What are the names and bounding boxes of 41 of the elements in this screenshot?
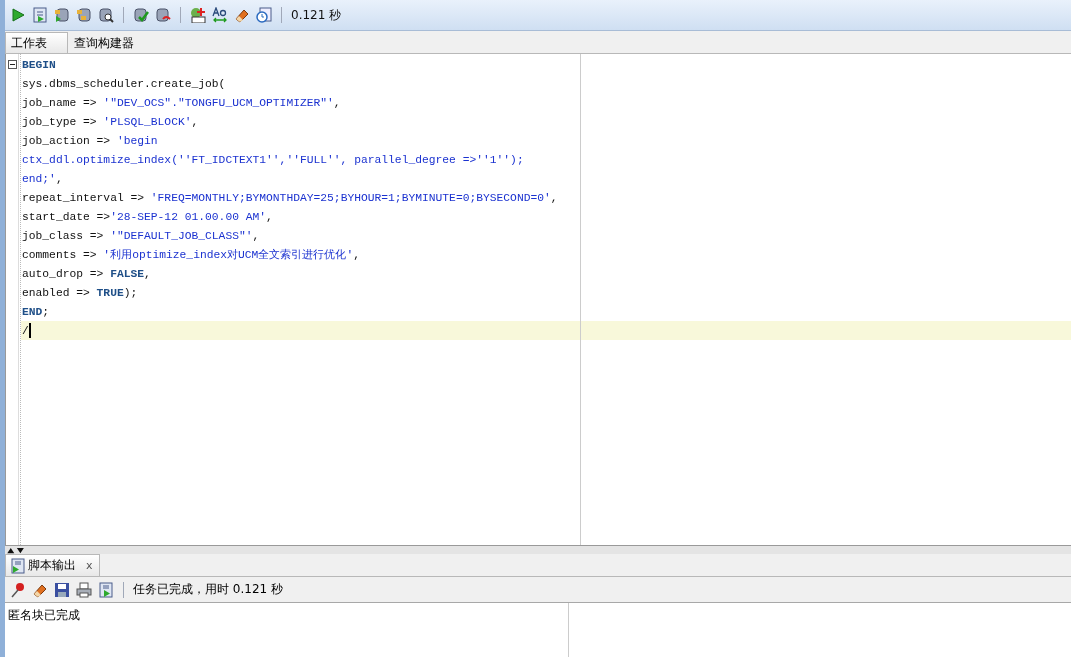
script-output-tab[interactable]: 脚本输出 x: [5, 554, 100, 576]
code-line: end;',: [22, 172, 63, 185]
code-line: job_type => 'PLSQL_BLOCK',: [22, 115, 199, 128]
code-line: END;: [22, 305, 50, 318]
print-icon[interactable]: [76, 581, 92, 598]
editor-tab[interactable]: 工作表: [5, 32, 68, 53]
save-icon[interactable]: [54, 581, 70, 598]
code-line: sys.dbms_scheduler.create_job(: [22, 77, 226, 90]
code-line: BEGIN: [22, 58, 56, 71]
run-script-icon[interactable]: [32, 7, 48, 23]
run-icon[interactable]: [10, 7, 26, 23]
rollback-icon[interactable]: [155, 7, 171, 23]
editor-tab[interactable]: 查询构建器: [68, 32, 141, 53]
code-line: job_action => 'begin: [22, 134, 158, 147]
commit-icon[interactable]: [133, 7, 149, 23]
code-line: start_date =>'28-SEP-12 01.00.00 AM',: [22, 210, 273, 223]
code-line: job_name => '"DEV_OCS"."TONGFU_UCM_OPTIMIZER"',: [22, 96, 341, 109]
code-line: enabled => TRUE);: [22, 286, 138, 299]
code-line: job_class => '"DEFAULT_JOB_CLASS"',: [22, 229, 260, 242]
close-button[interactable]: x: [86, 559, 93, 572]
code-line: /: [22, 324, 29, 337]
font-case-icon[interactable]: [212, 7, 228, 23]
collapse-icon[interactable]: [8, 60, 17, 69]
tab-label: 脚本输出: [28, 557, 76, 574]
code-line: comments => '利用optimize_index对UCM全文索引进行优化',: [22, 247, 360, 262]
history-icon[interactable]: [256, 7, 272, 23]
database-search-icon[interactable]: [98, 7, 114, 23]
code-line: ctx_ddl.optimize_index(''FT_IDCTEXT1'',''FULL'', parallel_degree =>''1'');: [22, 153, 524, 166]
script-icon[interactable]: [98, 581, 114, 598]
code-line: auto_drop => FALSE,: [22, 267, 151, 280]
script-icon: [10, 557, 26, 574]
output-text: 匿名块已完成: [7, 607, 81, 624]
code-line: repeat_interval => 'FREQ=MONTHLY;BYMONTHDAY=25;BYHOUR=1;BYMINUTE=0;BYSECOND=0',: [22, 191, 558, 204]
eraser-icon[interactable]: [234, 7, 250, 23]
status-text: 任务已完成，用时 0.121 秒: [133, 581, 283, 598]
database-icon[interactable]: [54, 7, 70, 23]
pin-icon[interactable]: [10, 581, 26, 598]
elapsed-time: 0.121 秒: [291, 6, 342, 24]
sql-tuning-icon[interactable]: [190, 7, 206, 23]
text-cursor: [28, 323, 31, 338]
database-icon[interactable]: [76, 7, 92, 23]
